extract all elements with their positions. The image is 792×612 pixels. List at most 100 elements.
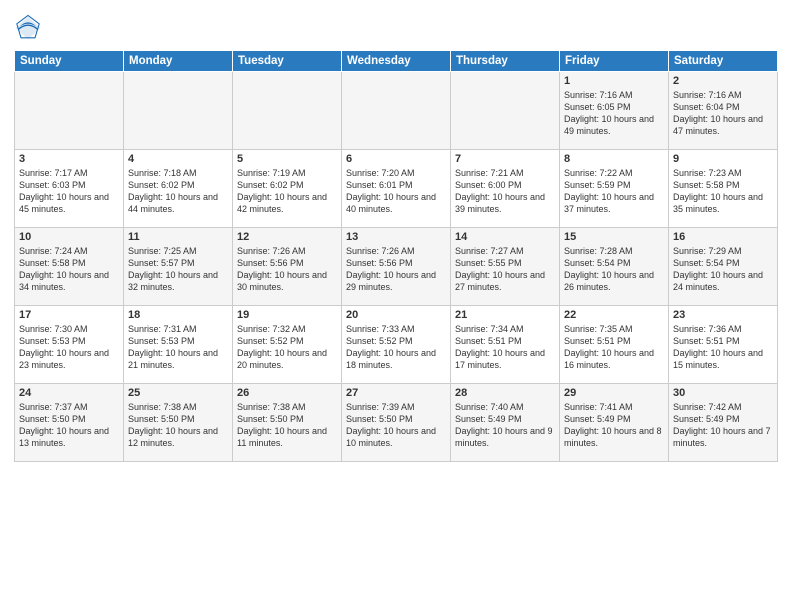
day-cell — [451, 72, 560, 150]
day-info: Sunrise: 7:30 AM Sunset: 5:53 PM Dayligh… — [19, 323, 119, 372]
header — [14, 10, 778, 42]
day-info: Sunrise: 7:26 AM Sunset: 5:56 PM Dayligh… — [346, 245, 446, 294]
day-number: 21 — [455, 309, 555, 321]
day-info: Sunrise: 7:38 AM Sunset: 5:50 PM Dayligh… — [237, 401, 337, 450]
day-info: Sunrise: 7:39 AM Sunset: 5:50 PM Dayligh… — [346, 401, 446, 450]
day-number: 22 — [564, 309, 664, 321]
day-cell: 5 Sunrise: 7:19 AM Sunset: 6:02 PM Daylig… — [233, 150, 342, 228]
week-row-4: 17 Sunrise: 7:30 AM Sunset: 5:53 PM Dayli… — [15, 306, 778, 384]
day-cell — [233, 72, 342, 150]
day-cell — [15, 72, 124, 150]
day-number: 16 — [673, 231, 773, 243]
day-cell: 2 Sunrise: 7:16 AM Sunset: 6:04 PM Daylig… — [669, 72, 778, 150]
day-cell: 24 Sunrise: 7:37 AM Sunset: 5:50 PM Dayli… — [15, 384, 124, 462]
day-number: 13 — [346, 231, 446, 243]
day-info: Sunrise: 7:20 AM Sunset: 6:01 PM Dayligh… — [346, 167, 446, 216]
day-info: Sunrise: 7:16 AM Sunset: 6:04 PM Dayligh… — [673, 89, 773, 138]
day-number: 9 — [673, 153, 773, 165]
day-cell: 27 Sunrise: 7:39 AM Sunset: 5:50 PM Dayli… — [342, 384, 451, 462]
day-info: Sunrise: 7:37 AM Sunset: 5:50 PM Dayligh… — [19, 401, 119, 450]
day-info: Sunrise: 7:23 AM Sunset: 5:58 PM Dayligh… — [673, 167, 773, 216]
day-cell — [124, 72, 233, 150]
logo — [14, 14, 44, 42]
day-info: Sunrise: 7:19 AM Sunset: 6:02 PM Dayligh… — [237, 167, 337, 216]
day-info: Sunrise: 7:40 AM Sunset: 5:49 PM Dayligh… — [455, 401, 555, 450]
day-cell: 17 Sunrise: 7:30 AM Sunset: 5:53 PM Dayli… — [15, 306, 124, 384]
day-number: 19 — [237, 309, 337, 321]
day-number: 14 — [455, 231, 555, 243]
day-number: 15 — [564, 231, 664, 243]
day-cell: 4 Sunrise: 7:18 AM Sunset: 6:02 PM Daylig… — [124, 150, 233, 228]
col-header-tuesday: Tuesday — [233, 51, 342, 72]
col-header-wednesday: Wednesday — [342, 51, 451, 72]
col-header-sunday: Sunday — [15, 51, 124, 72]
day-info: Sunrise: 7:18 AM Sunset: 6:02 PM Dayligh… — [128, 167, 228, 216]
day-number: 28 — [455, 387, 555, 399]
day-number: 4 — [128, 153, 228, 165]
col-header-thursday: Thursday — [451, 51, 560, 72]
day-info: Sunrise: 7:33 AM Sunset: 5:52 PM Dayligh… — [346, 323, 446, 372]
col-header-saturday: Saturday — [669, 51, 778, 72]
day-cell — [342, 72, 451, 150]
day-number: 6 — [346, 153, 446, 165]
day-number: 30 — [673, 387, 773, 399]
day-cell: 19 Sunrise: 7:32 AM Sunset: 5:52 PM Dayli… — [233, 306, 342, 384]
page-container: SundayMondayTuesdayWednesdayThursdayFrid… — [0, 0, 792, 468]
day-info: Sunrise: 7:26 AM Sunset: 5:56 PM Dayligh… — [237, 245, 337, 294]
day-info: Sunrise: 7:35 AM Sunset: 5:51 PM Dayligh… — [564, 323, 664, 372]
day-number: 27 — [346, 387, 446, 399]
day-cell: 22 Sunrise: 7:35 AM Sunset: 5:51 PM Dayli… — [560, 306, 669, 384]
day-number: 23 — [673, 309, 773, 321]
day-cell: 29 Sunrise: 7:41 AM Sunset: 5:49 PM Dayli… — [560, 384, 669, 462]
day-number: 25 — [128, 387, 228, 399]
day-cell: 25Sunrise: 7:38 AM Sunset: 5:50 PM Dayli… — [124, 384, 233, 462]
day-cell: 26 Sunrise: 7:38 AM Sunset: 5:50 PM Dayli… — [233, 384, 342, 462]
day-cell: 11Sunrise: 7:25 AM Sunset: 5:57 PM Dayli… — [124, 228, 233, 306]
day-info: Sunrise: 7:22 AM Sunset: 5:59 PM Dayligh… — [564, 167, 664, 216]
day-number: 10 — [19, 231, 119, 243]
day-cell: 15 Sunrise: 7:28 AM Sunset: 5:54 PM Dayli… — [560, 228, 669, 306]
day-number: 24 — [19, 387, 119, 399]
day-number: 18 — [128, 309, 228, 321]
day-info: Sunrise: 7:17 AM Sunset: 6:03 PM Dayligh… — [19, 167, 119, 216]
day-info: Sunrise: 7:42 AM Sunset: 5:49 PM Dayligh… — [673, 401, 773, 450]
col-header-monday: Monday — [124, 51, 233, 72]
day-cell: 1Sunrise: 7:16 AM Sunset: 6:05 PM Daylig… — [560, 72, 669, 150]
day-cell: 13 Sunrise: 7:26 AM Sunset: 5:56 PM Dayli… — [342, 228, 451, 306]
day-info: Sunrise: 7:32 AM Sunset: 5:52 PM Dayligh… — [237, 323, 337, 372]
day-number: 11 — [128, 231, 228, 243]
day-info: Sunrise: 7:24 AM Sunset: 5:58 PM Dayligh… — [19, 245, 119, 294]
day-number: 3 — [19, 153, 119, 165]
day-number: 2 — [673, 75, 773, 87]
day-cell: 6 Sunrise: 7:20 AM Sunset: 6:01 PM Daylig… — [342, 150, 451, 228]
day-cell: 30 Sunrise: 7:42 AM Sunset: 5:49 PM Dayli… — [669, 384, 778, 462]
day-cell: 23 Sunrise: 7:36 AM Sunset: 5:51 PM Dayli… — [669, 306, 778, 384]
day-info: Sunrise: 7:28 AM Sunset: 5:54 PM Dayligh… — [564, 245, 664, 294]
day-number: 29 — [564, 387, 664, 399]
day-cell: 21 Sunrise: 7:34 AM Sunset: 5:51 PM Dayli… — [451, 306, 560, 384]
calendar-table: SundayMondayTuesdayWednesdayThursdayFrid… — [14, 50, 778, 462]
day-cell: 16 Sunrise: 7:29 AM Sunset: 5:54 PM Dayli… — [669, 228, 778, 306]
day-cell: 10 Sunrise: 7:24 AM Sunset: 5:58 PM Dayli… — [15, 228, 124, 306]
header-row: SundayMondayTuesdayWednesdayThursdayFrid… — [15, 51, 778, 72]
day-number: 17 — [19, 309, 119, 321]
day-cell: 12 Sunrise: 7:26 AM Sunset: 5:56 PM Dayli… — [233, 228, 342, 306]
day-number: 12 — [237, 231, 337, 243]
week-row-2: 3 Sunrise: 7:17 AM Sunset: 6:03 PM Daylig… — [15, 150, 778, 228]
day-number: 7 — [455, 153, 555, 165]
day-number: 20 — [346, 309, 446, 321]
week-row-3: 10 Sunrise: 7:24 AM Sunset: 5:58 PM Dayli… — [15, 228, 778, 306]
logo-icon — [14, 14, 42, 42]
day-info: Sunrise: 7:29 AM Sunset: 5:54 PM Dayligh… — [673, 245, 773, 294]
day-cell: 7Sunrise: 7:21 AM Sunset: 6:00 PM Daylig… — [451, 150, 560, 228]
day-info: Sunrise: 7:41 AM Sunset: 5:49 PM Dayligh… — [564, 401, 664, 450]
day-cell: 28 Sunrise: 7:40 AM Sunset: 5:49 PM Dayli… — [451, 384, 560, 462]
day-number: 26 — [237, 387, 337, 399]
day-info: Sunrise: 7:34 AM Sunset: 5:51 PM Dayligh… — [455, 323, 555, 372]
day-cell: 9 Sunrise: 7:23 AM Sunset: 5:58 PM Daylig… — [669, 150, 778, 228]
day-number: 5 — [237, 153, 337, 165]
day-cell: 8Sunrise: 7:22 AM Sunset: 5:59 PM Daylig… — [560, 150, 669, 228]
day-cell: 20 Sunrise: 7:33 AM Sunset: 5:52 PM Dayli… — [342, 306, 451, 384]
week-row-1: 1Sunrise: 7:16 AM Sunset: 6:05 PM Daylig… — [15, 72, 778, 150]
day-info: Sunrise: 7:36 AM Sunset: 5:51 PM Dayligh… — [673, 323, 773, 372]
